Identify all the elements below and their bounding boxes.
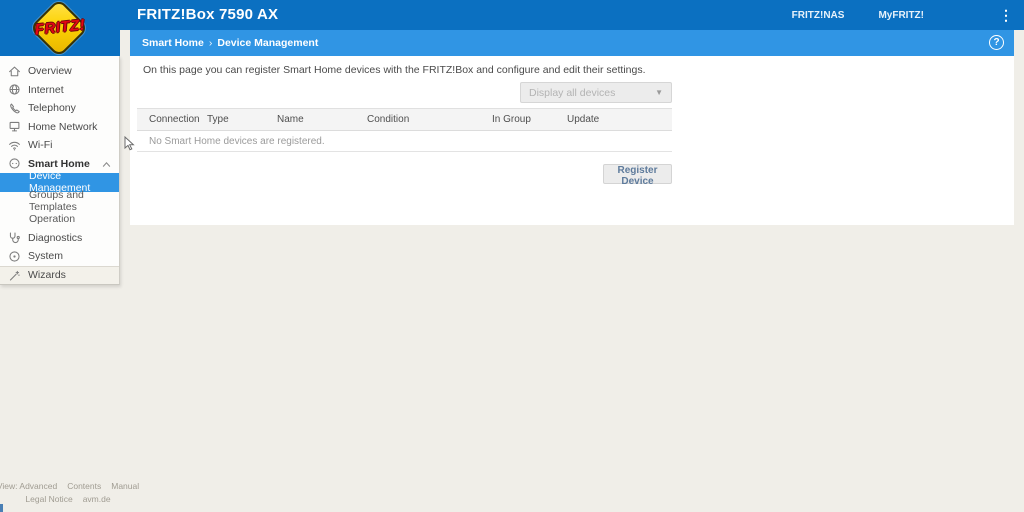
device-table-header: ConnectionTypeNameConditionIn GroupUpdat… (137, 108, 672, 131)
chevron-up-icon (101, 159, 112, 170)
breadcrumb-page: Device Management (217, 37, 318, 49)
breadcrumb: Smart Home › Device Management ? (130, 30, 1014, 56)
sidebar-item-label: Wi-Fi (28, 139, 53, 151)
sidebar-item-label: Home Network (28, 121, 97, 133)
empty-message: No Smart Home devices are registered. (137, 136, 325, 147)
top-header: FRITZ!Box 7590 AX FRITZ!NAS MyFRITZ! ⋮ (0, 0, 1024, 30)
column-header-name: Name (265, 114, 355, 125)
corner-fragment (0, 504, 3, 512)
kebab-menu-icon[interactable]: ⋮ (998, 5, 1014, 25)
sidebar-item-diagnostics[interactable]: Diagnostics (0, 229, 119, 248)
globe-icon (8, 83, 21, 96)
content-card: On this page you can register Smart Home… (130, 56, 1014, 225)
wifi-icon (8, 139, 21, 152)
monitor-icon (8, 120, 21, 133)
device-table: ConnectionTypeNameConditionIn GroupUpdat… (137, 108, 672, 152)
phone-icon (8, 102, 21, 115)
stethoscope-icon (8, 231, 21, 244)
sidebar-item-label: Overview (28, 65, 72, 77)
column-header-type: Type (195, 114, 265, 125)
device-filter-value: Display all devices (529, 87, 655, 99)
sidebar-item-label: Internet (28, 84, 64, 96)
sidebar-item-operation[interactable]: Operation (0, 210, 119, 229)
footer-link-contents[interactable]: Contents (67, 481, 101, 491)
header-link-myfritz[interactable]: MyFRITZ! (878, 10, 924, 21)
sidebar-item-home-network[interactable]: Home Network (0, 118, 119, 137)
sidebar-item-telephony[interactable]: Telephony (0, 99, 119, 118)
target-icon (8, 250, 21, 263)
register-device-button[interactable]: Register Device (603, 164, 672, 184)
socket-icon (8, 157, 21, 170)
column-header-update: Update (555, 114, 672, 125)
sidebar-nav: Overview Internet Telephony Home Network Wi-… (0, 56, 120, 285)
chevron-down-icon: ▼ (655, 88, 663, 97)
table-empty-row: No Smart Home devices are registered. (137, 131, 672, 152)
breadcrumb-separator-icon: › (209, 37, 213, 49)
help-icon[interactable]: ? (989, 35, 1004, 50)
sidebar-item-wizards[interactable]: Wizards (0, 266, 119, 285)
header-links: FRITZ!NAS MyFRITZ! (792, 0, 924, 30)
wand-icon (8, 269, 21, 282)
column-header-connection: Connection (137, 114, 195, 125)
sidebar-item-overview[interactable]: Overview (0, 62, 119, 81)
column-header-in-group: In Group (480, 114, 555, 125)
router-model-title: FRITZ!Box 7590 AX (137, 6, 278, 23)
sidebar-item-groups-and-templates[interactable]: Groups and Templates (0, 192, 119, 211)
home-icon (8, 65, 21, 78)
sidebar-item-label: Diagnostics (28, 232, 82, 244)
sidebar-item-label: System (28, 250, 63, 262)
device-filter-dropdown[interactable]: Display all devices ▼ (520, 82, 672, 103)
footer-link-legal-notice[interactable]: Legal Notice (25, 494, 72, 504)
view-label: View: (0, 481, 19, 491)
header-link-fritznas[interactable]: FRITZ!NAS (792, 10, 845, 21)
column-header-condition: Condition (355, 114, 480, 125)
sidebar-item-label: Operation (29, 213, 75, 225)
page-description: On this page you can register Smart Home… (143, 64, 646, 76)
breadcrumb-section[interactable]: Smart Home (142, 37, 204, 49)
sidebar-item-label: Wizards (28, 269, 66, 281)
sidebar-item-wi-fi[interactable]: Wi-Fi (0, 136, 119, 155)
footer-link-avm-de[interactable]: avm.de (83, 494, 111, 504)
sidebar-item-label: Smart Home (28, 158, 90, 170)
sidebar-item-system[interactable]: System (0, 247, 119, 266)
footer-link-manual[interactable]: Manual (111, 481, 139, 491)
view-mode: View: Advanced (0, 481, 57, 491)
view-advanced-link[interactable]: Advanced (19, 481, 57, 491)
sidebar-item-internet[interactable]: Internet (0, 81, 119, 100)
fritz-logo[interactable]: FRITZ! (0, 0, 120, 56)
page-footer: View: AdvancedContentsManual Legal Notic… (8, 481, 128, 507)
sidebar-item-label: Telephony (28, 102, 76, 114)
